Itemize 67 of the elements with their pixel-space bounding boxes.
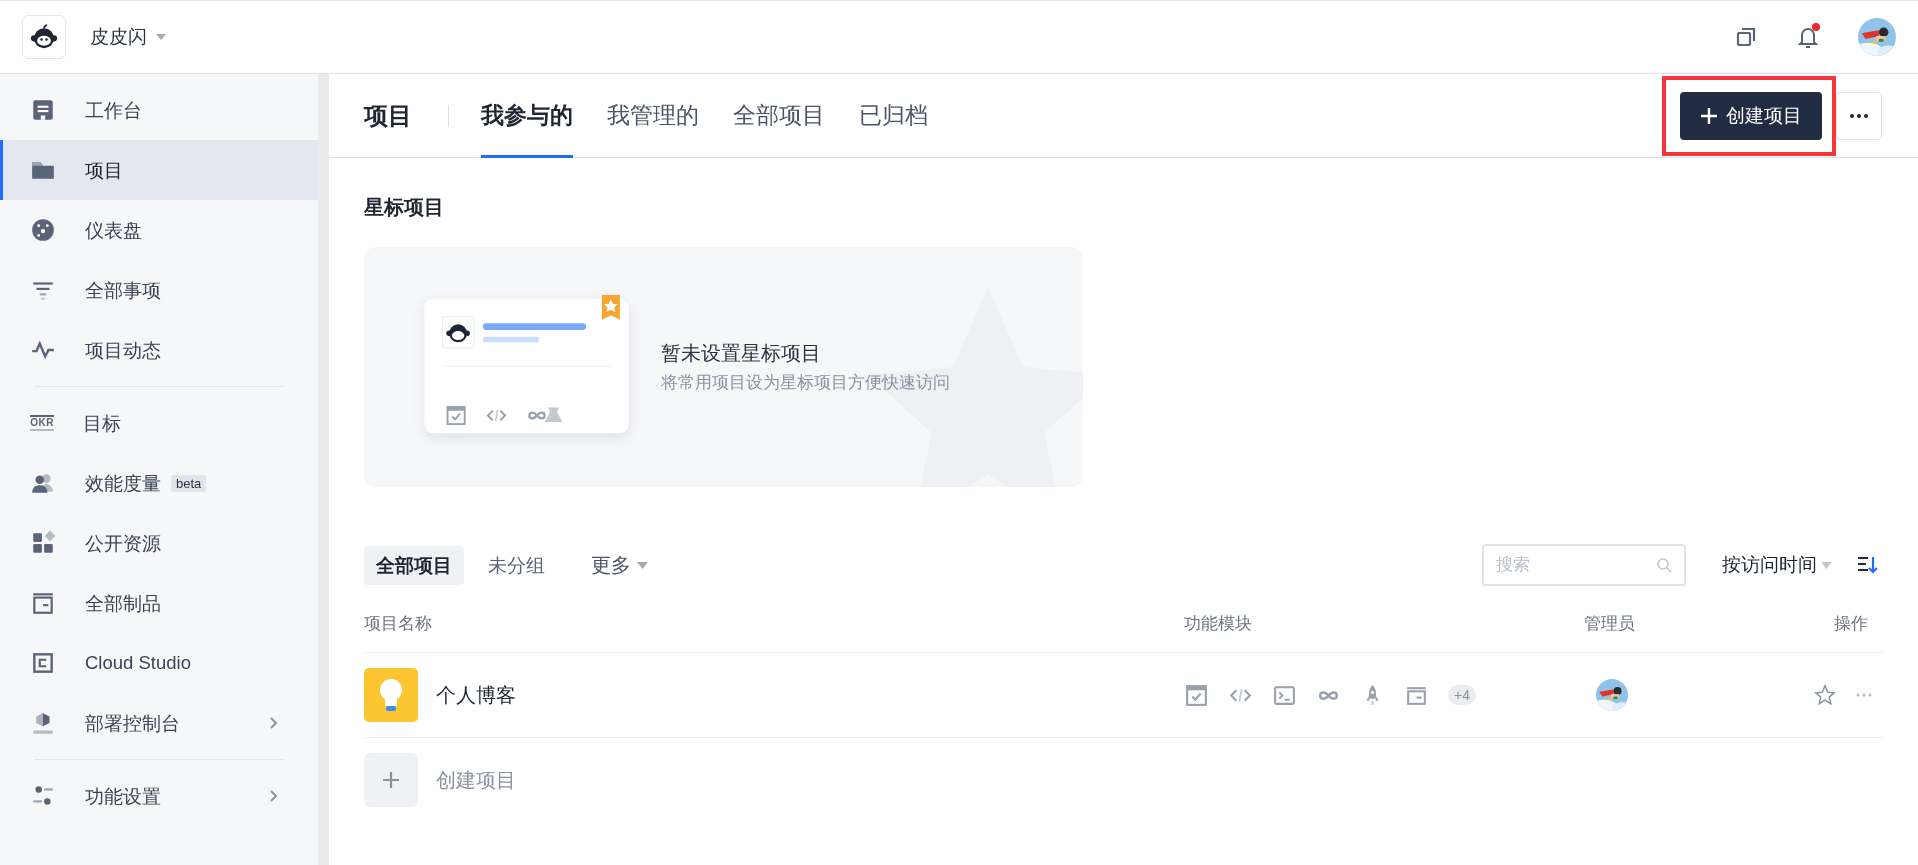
apps-icon — [30, 530, 56, 556]
create-project-button[interactable]: 创建项目 — [1680, 91, 1822, 140]
add-button[interactable] — [364, 753, 418, 807]
sidebar-label: 公开资源 — [85, 531, 161, 556]
sidebar-label: 目标 — [83, 411, 121, 436]
search-field[interactable]: 搜索 — [1482, 544, 1686, 586]
column-header: 项目名称 — [364, 585, 1184, 653]
plus-icon — [1700, 106, 1718, 125]
caret-icon[interactable] — [155, 33, 167, 41]
tab[interactable]: 全部项目 — [733, 73, 825, 158]
desk-icon — [30, 97, 56, 123]
caret-icon — [637, 561, 648, 569]
more-icon — [1850, 113, 1868, 118]
lightbulb-icon — [364, 668, 418, 722]
filter-tab[interactable]: 全部项目 — [364, 545, 464, 585]
sidebar-label: 项目 — [85, 158, 123, 183]
team-name[interactable]: 皮皮闪 — [90, 24, 147, 50]
windows-icon[interactable] — [1734, 25, 1758, 49]
sidebar-item[interactable]: 效能度量 beta — [0, 453, 318, 513]
column-header: 操作 — [1814, 585, 1882, 653]
star-icon[interactable] — [1814, 684, 1836, 706]
column-header: 功能模块 — [1184, 585, 1584, 653]
search-icon — [1656, 557, 1672, 573]
sidebar-item[interactable]: 项目动态 — [0, 320, 318, 380]
sidebar-item[interactable]: 仪表盘 — [0, 200, 318, 260]
more-dropdown[interactable]: 更多 — [591, 551, 648, 579]
sort-order-icon[interactable] — [1856, 554, 1878, 576]
sort-dropdown[interactable]: 按访问时间 — [1722, 552, 1832, 578]
sidebar-label: 效能度量 — [85, 471, 161, 496]
section-title: 星标项目 — [364, 195, 445, 220]
square-icon — [30, 650, 56, 676]
sidebar-item[interactable]: 项目 — [0, 140, 318, 200]
logo-icon[interactable] — [22, 15, 66, 59]
tab[interactable]: 我管理的 — [607, 73, 699, 158]
sidebar-label: 工作台 — [85, 98, 142, 123]
sidebar-item[interactable]: 功能设置 — [0, 766, 318, 826]
beta-badge: beta — [171, 474, 207, 492]
plus-icon — [382, 771, 400, 789]
column-header: 管理员 — [1584, 585, 1814, 653]
sidebar-label: 功能设置 — [85, 784, 161, 809]
sidebar-label: 项目动态 — [85, 338, 161, 363]
tab[interactable]: 已归档 — [859, 73, 928, 158]
checkbox-icon[interactable] — [1184, 682, 1209, 708]
sidebar-item[interactable]: Cloud Studio — [0, 633, 318, 693]
tab[interactable]: 我参与的 — [481, 73, 573, 158]
sidebar-label: 全部事项 — [85, 278, 161, 303]
sidebar-item[interactable]: OKR 目标 — [0, 393, 318, 453]
sidebar-label: 仪表盘 — [85, 218, 142, 243]
page-title: 项目 — [364, 100, 412, 131]
empty-hint: 将常用项目设为星标项目方便快速访问 — [661, 372, 950, 393]
sidebar-item[interactable]: 部署控制台 — [0, 693, 318, 753]
sidebar-label: 全部制品 — [85, 591, 161, 616]
sidebar-item[interactable]: 全部事项 — [0, 260, 318, 320]
more-button[interactable] — [1836, 91, 1882, 140]
sidebar-label: 部署控制台 — [85, 711, 180, 736]
sidebar-item[interactable]: 全部制品 — [0, 573, 318, 633]
sidebar-item[interactable]: 工作台 — [0, 80, 318, 140]
sidebar-item[interactable]: 公开资源 — [0, 513, 318, 573]
empty-title: 暂未设置星标项目 — [661, 341, 822, 366]
deploy-icon — [30, 710, 56, 736]
caret-icon — [1821, 561, 1832, 569]
project-name[interactable]: 个人博客 — [436, 681, 516, 709]
dashboard-icon — [30, 217, 56, 243]
sidebar-label: Cloud Studio — [85, 652, 191, 674]
filter-tab[interactable]: 未分组 — [476, 545, 557, 585]
box-icon — [30, 590, 56, 616]
more-icon[interactable] — [1856, 693, 1872, 697]
